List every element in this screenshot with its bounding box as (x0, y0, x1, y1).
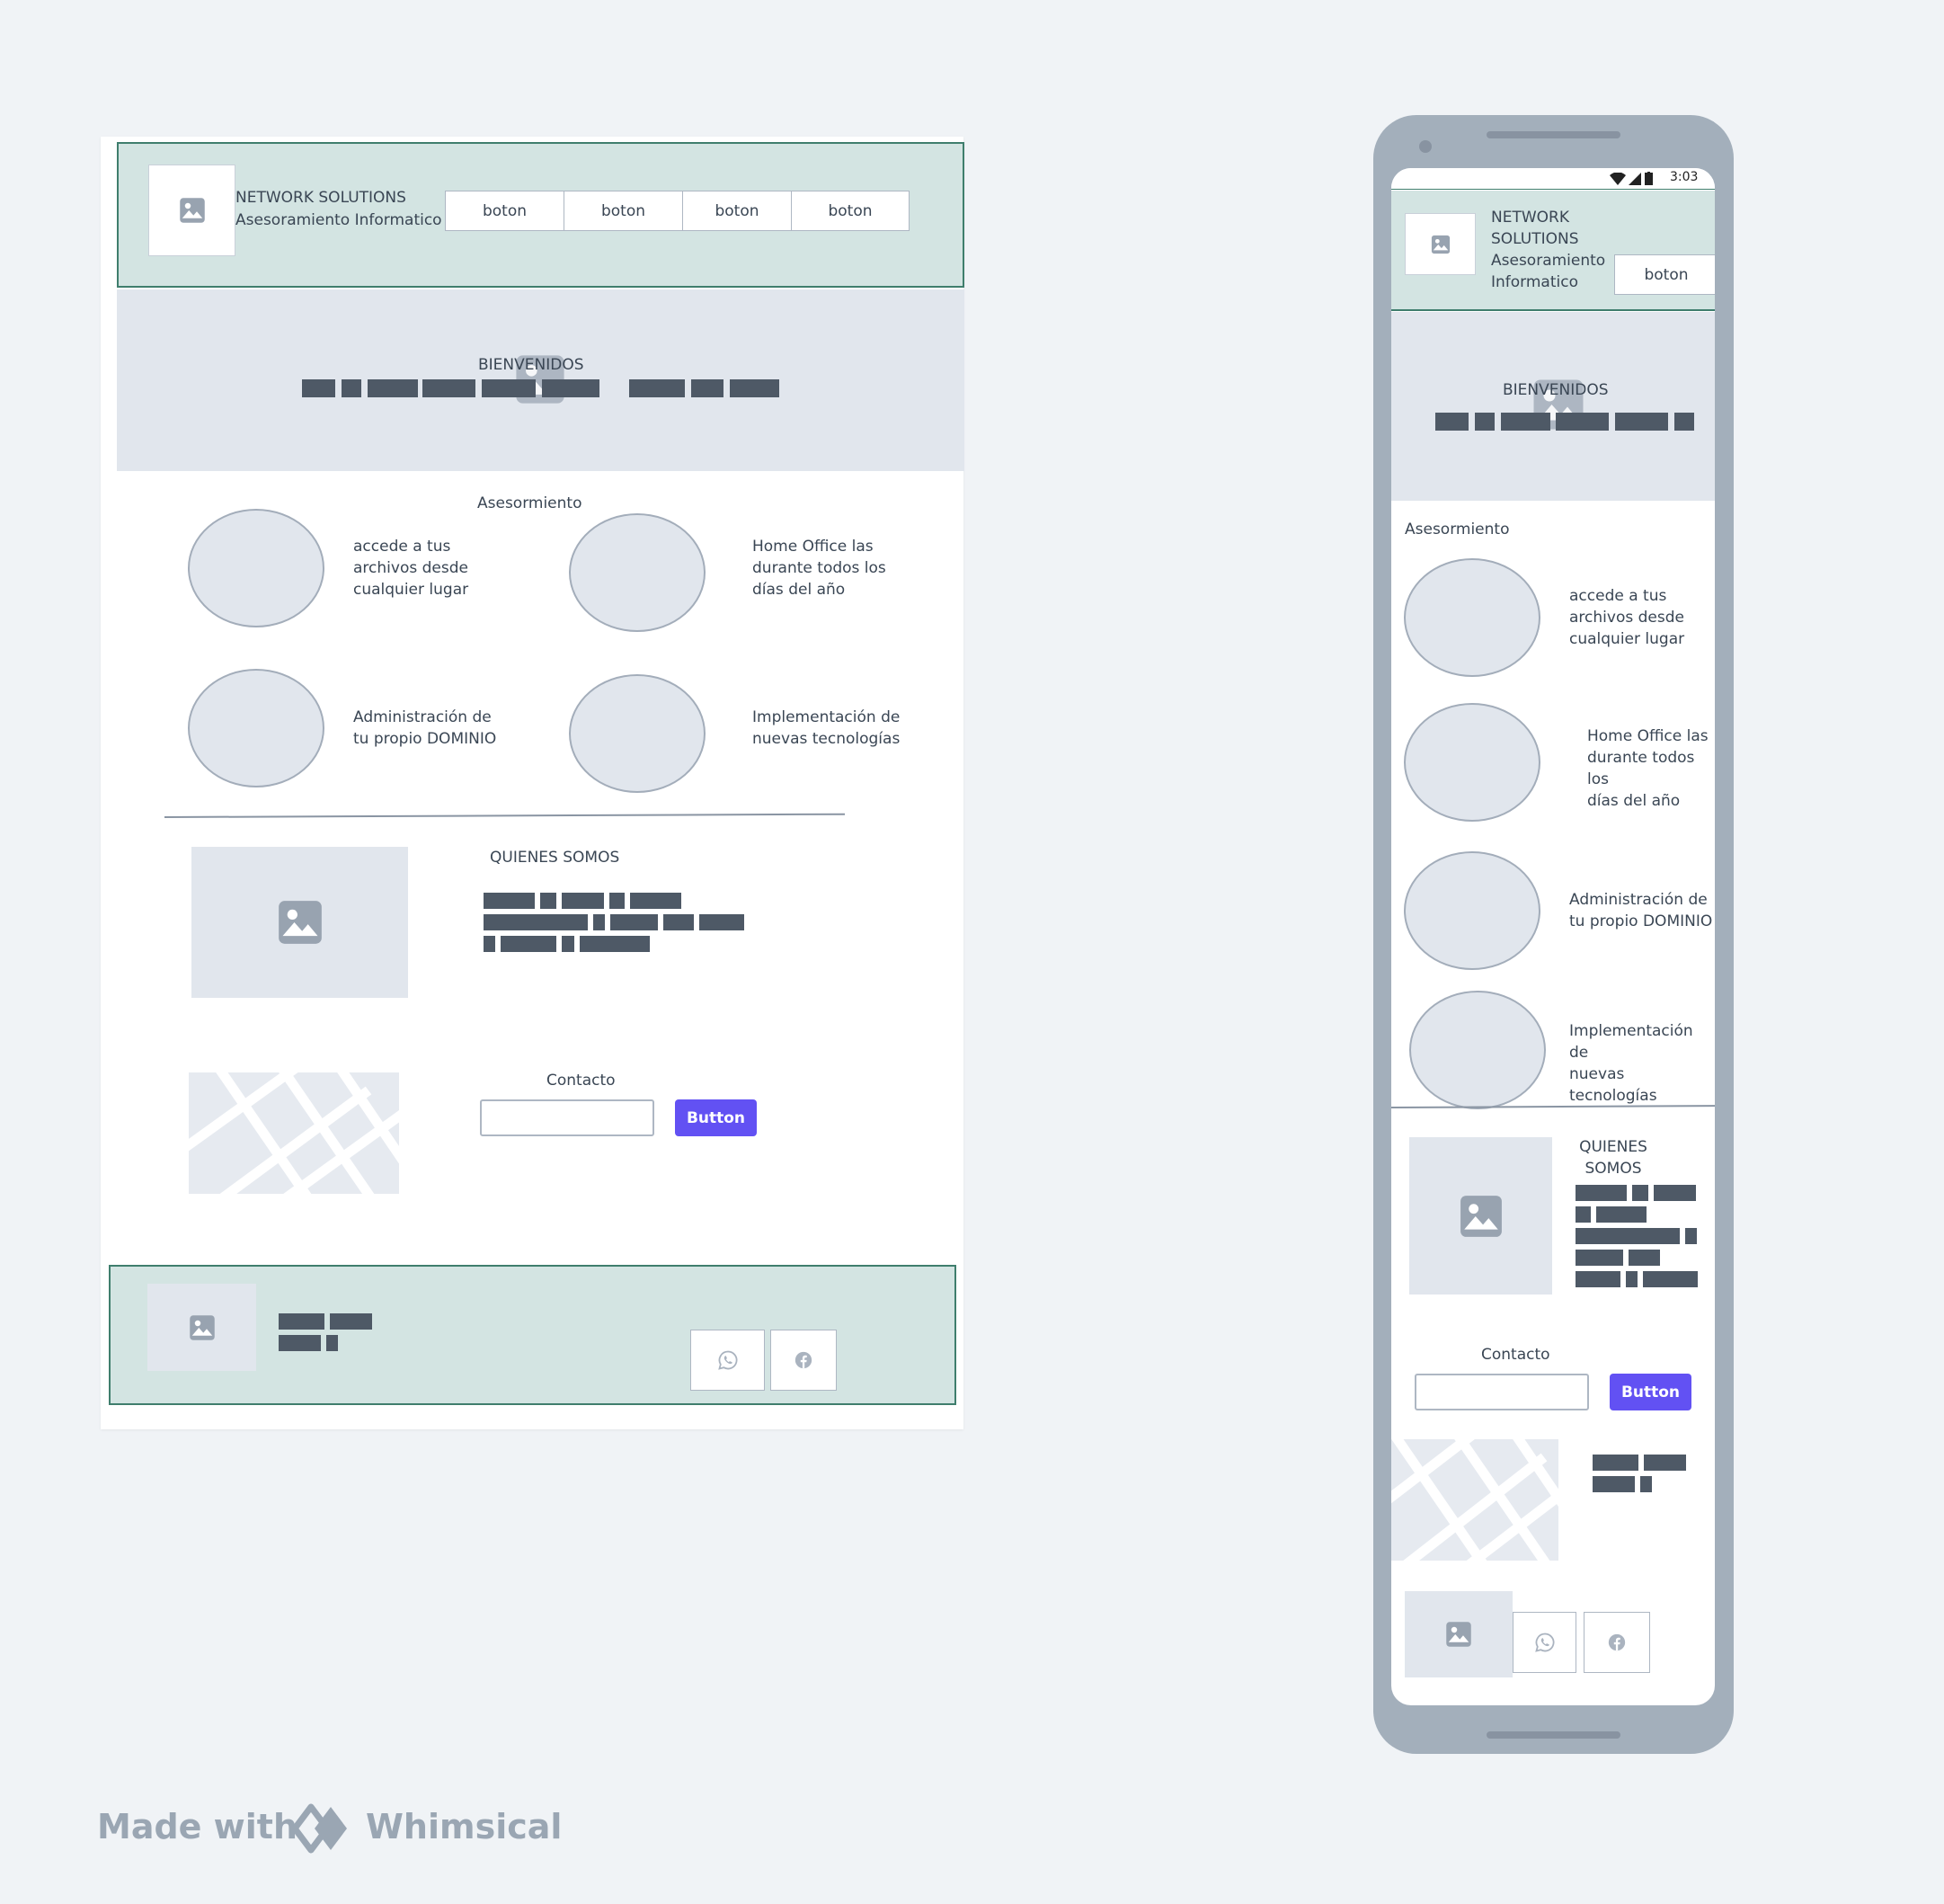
mobile-about-text-block (1576, 1185, 1701, 1287)
about-title: QUIENES SOMOS (490, 849, 620, 867)
service-text-3: Administración de tu propio DOMINIO (353, 708, 497, 748)
brand-subtitle: Asesoramiento Informatico (235, 211, 442, 229)
mobile-section-divider (1391, 1105, 1715, 1108)
service-circle-1 (188, 509, 324, 627)
about-image (191, 847, 408, 998)
service-text-4: Implementación de nuevas tecnologías (752, 708, 901, 748)
nav-button-4[interactable]: boton (791, 191, 910, 231)
whatsapp-icon (1534, 1632, 1556, 1653)
mobile-contact-title: Contacto (1481, 1346, 1550, 1364)
image-icon (1459, 1194, 1504, 1239)
mobile-brand: NETWORK SOLUTIONS Asesoramiento Informatico (1491, 209, 1606, 291)
service-text-1: accede a tus archivos desde cualquier luga… (353, 538, 469, 599)
mobile-service-circle-1 (1404, 558, 1540, 677)
mobile-contact-submit-button[interactable]: Button (1610, 1374, 1691, 1410)
watermark-made-with: Made with (97, 1807, 298, 1846)
footer-text-block (279, 1313, 373, 1353)
mobile-service-text-1: accede a tus archivos desde cualquier luga… (1569, 587, 1685, 648)
nav-button-1[interactable]: boton (445, 191, 564, 231)
footer-logo (147, 1284, 256, 1371)
contact-input[interactable] (480, 1099, 654, 1136)
image-icon (189, 1314, 216, 1341)
hero-title: BIENVENIDOS (478, 356, 584, 374)
phone-screen: 3:03 NETWORK SOLUTIONS Asesoramiento Inform… (1391, 168, 1715, 1705)
mobile-hero-text-block (1435, 413, 1696, 431)
phone-home-bar (1487, 1731, 1620, 1739)
mobile-logo[interactable] (1405, 213, 1476, 275)
status-time: 3:03 (1670, 170, 1699, 184)
brand-title: NETWORK SOLUTIONS (235, 189, 406, 207)
facebook-button[interactable] (770, 1330, 837, 1391)
mobile-contact-map (1391, 1439, 1558, 1561)
mobile-service-text-4: Implementación de nuevas tecnologías (1569, 1022, 1693, 1105)
mobile-footer-text-block (1593, 1455, 1687, 1494)
watermark-brand: Whimsical (366, 1807, 563, 1846)
image-icon (179, 197, 206, 224)
mobile-service-circle-3 (1404, 851, 1540, 970)
mobile-about-image (1409, 1137, 1552, 1295)
signal-icon (1629, 173, 1641, 185)
whatsapp-button[interactable] (690, 1330, 765, 1391)
contact-submit-button[interactable]: Button (675, 1099, 757, 1136)
contact-title: Contacto (546, 1072, 616, 1090)
phone-speaker (1487, 131, 1620, 138)
status-bar: 3:03 (1391, 168, 1715, 190)
service-circle-3 (188, 669, 324, 787)
mobile-service-text-3: Administración de tu propio DOMINIO (1569, 891, 1713, 930)
mobile-contact-input[interactable] (1415, 1374, 1589, 1410)
service-circle-2 (569, 513, 706, 632)
mobile-hero-title: BIENVENIDOS (1503, 381, 1609, 399)
image-icon (1445, 1621, 1472, 1648)
whatsapp-icon (717, 1349, 739, 1371)
mobile-whatsapp-button[interactable] (1513, 1612, 1576, 1673)
service-text-2: Home Office las durante todos los días del… (752, 538, 886, 599)
mobile-about-title: QUIENES SOMOS (1579, 1138, 1647, 1178)
phone-camera (1419, 140, 1432, 153)
desktop-logo[interactable] (148, 165, 235, 256)
facebook-icon (794, 1350, 813, 1370)
whimsical-logo-icon (291, 1803, 347, 1854)
battery-icon (1645, 172, 1653, 185)
contact-map (189, 1072, 399, 1194)
mobile-service-circle-4 (1409, 991, 1546, 1109)
mobile-facebook-button[interactable] (1584, 1612, 1650, 1673)
facebook-icon (1607, 1633, 1627, 1652)
mobile-service-text-2: Home Office las durante todos los días del… (1587, 727, 1709, 810)
nav-button-2[interactable]: boton (564, 191, 683, 231)
mobile-service-circle-2 (1404, 703, 1540, 822)
mobile-footer-logo (1405, 1591, 1513, 1677)
service-circle-4 (569, 674, 706, 793)
hero-text-block (302, 379, 780, 397)
nav-button-3[interactable]: boton (682, 191, 792, 231)
services-title: Asesormiento (477, 494, 582, 512)
mobile-services-title: Asesormiento (1405, 520, 1510, 538)
image-icon (1431, 235, 1451, 254)
mobile-nav-button[interactable]: boton (1614, 254, 1715, 295)
about-text-block (484, 893, 744, 953)
image-icon (277, 899, 324, 946)
wifi-icon (1610, 173, 1626, 185)
